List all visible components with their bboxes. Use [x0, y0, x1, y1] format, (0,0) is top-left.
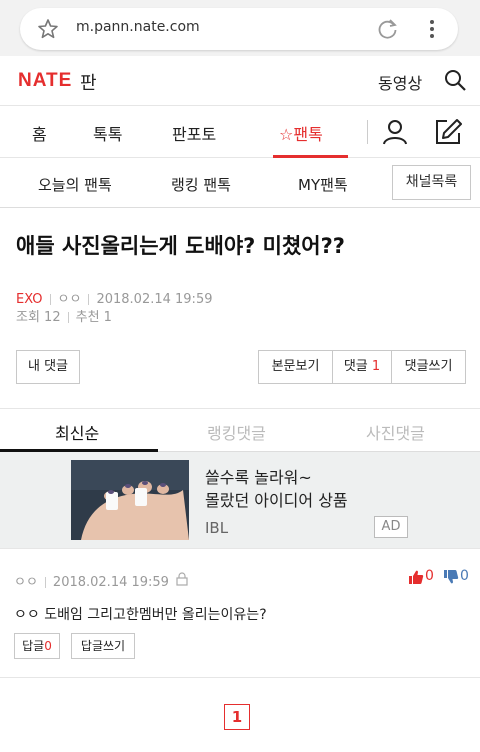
ad-brand: IBL	[205, 519, 229, 537]
post-recommends: 추천 1	[75, 310, 112, 325]
browser-chrome: m.pann.nate.com	[0, 0, 480, 56]
nav-divider	[367, 120, 368, 144]
ad-image[interactable]	[71, 460, 189, 540]
comment-item: ㅇㅇ 2018.02.14 19:59 0 0 ㅇㅇ 도배임 그리고한멤버만 올리…	[0, 548, 480, 678]
ad-badge: AD	[374, 516, 408, 538]
tab-photo[interactable]: 사진댓글	[366, 420, 425, 444]
reply-count: 0	[44, 639, 52, 653]
comments-button[interactable]: 댓글 1	[332, 350, 392, 384]
thumb-down-icon[interactable]	[443, 569, 459, 585]
url-bar[interactable]: m.pann.nate.com	[20, 8, 458, 50]
nav-fantalk[interactable]: ☆팬톡	[279, 121, 323, 145]
post-views: 조회 12	[16, 310, 61, 325]
star-icon[interactable]	[36, 17, 60, 41]
meta-divider	[88, 294, 90, 305]
sub-nav: 오늘의 팬톡 랭킹 팬톡 MY팬톡 채널목록	[0, 158, 480, 208]
downvote-count: 0	[460, 568, 469, 584]
tab-ranking[interactable]: 랭킹댓글	[207, 420, 266, 444]
pann-logo[interactable]: 판	[80, 69, 97, 95]
comments-count: 1	[371, 359, 381, 374]
comment-date: 2018.02.14 19:59	[52, 575, 169, 590]
sub-nav-my[interactable]: MY팬톡	[298, 174, 348, 195]
ad-subheadline[interactable]: 몰랐던 아이디어 상품	[205, 487, 348, 511]
post-meta: EXO ㅇㅇ 2018.02.14 19:59	[16, 288, 212, 307]
site-header: NATE 판 동영상	[0, 56, 480, 106]
comment-text: ㅇㅇ 도배임 그리고한멤버만 올리는이유는?	[14, 607, 267, 623]
sub-nav-today[interactable]: 오늘의 팬톡	[38, 174, 112, 195]
write-reply-button[interactable]: 답글쓰기	[71, 633, 135, 659]
lock-icon[interactable]	[175, 572, 189, 586]
my-comments-button[interactable]: 내 댓글	[16, 350, 80, 384]
tab-latest[interactable]: 최신순	[55, 420, 99, 444]
reply-button[interactable]: 답글0	[14, 633, 60, 659]
reply-label: 답글	[22, 639, 45, 653]
nav-home[interactable]: 홈	[32, 121, 47, 145]
search-icon[interactable]	[443, 68, 467, 92]
meta-divider	[67, 312, 69, 323]
comment-tabs: 최신순 랭킹댓글 사진댓글	[0, 408, 480, 452]
comment-author: ㅇㅇ	[14, 575, 38, 590]
post-category[interactable]: EXO	[16, 292, 43, 307]
meta-divider	[44, 577, 46, 588]
view-body-button[interactable]: 본문보기	[258, 350, 333, 384]
post-author: ㅇㅇ	[57, 292, 82, 307]
thumb-up-icon[interactable]	[408, 569, 424, 585]
person-icon[interactable]	[381, 118, 409, 146]
more-icon[interactable]	[425, 17, 439, 41]
reload-icon[interactable]	[376, 17, 400, 41]
post-stats: 조회 12 추천 1	[16, 306, 112, 325]
sub-nav-ranking[interactable]: 랭킹 팬톡	[171, 174, 231, 195]
main-nav: 홈 톡톡 판포토 ☆팬톡	[0, 106, 480, 158]
comments-label: 댓글	[343, 359, 368, 374]
channel-list-button[interactable]: 채널목록	[392, 165, 471, 200]
nav-toktok[interactable]: 톡톡	[93, 121, 122, 145]
ad-headline[interactable]: 쓸수록 놀라워~	[205, 464, 312, 488]
edit-icon[interactable]	[433, 117, 463, 147]
comment-meta: ㅇㅇ 2018.02.14 19:59	[14, 571, 169, 590]
url-text[interactable]: m.pann.nate.com	[76, 19, 200, 35]
page-number-current[interactable]: 1	[224, 704, 250, 730]
video-link[interactable]: 동영상	[378, 70, 422, 94]
post-title: 애들 사진올리는게 도배야? 미쳤어??	[16, 234, 345, 258]
ad-banner[interactable]: 쓸수록 놀라워~ 몰랐던 아이디어 상품 IBL AD	[0, 452, 480, 548]
meta-divider	[49, 294, 51, 305]
upvote-count: 0	[425, 568, 434, 584]
nav-pann-photo[interactable]: 판포토	[172, 121, 216, 145]
nate-logo[interactable]: NATE	[18, 70, 72, 92]
write-comment-button[interactable]: 댓글쓰기	[391, 350, 466, 384]
post-date: 2018.02.14 19:59	[96, 292, 213, 307]
